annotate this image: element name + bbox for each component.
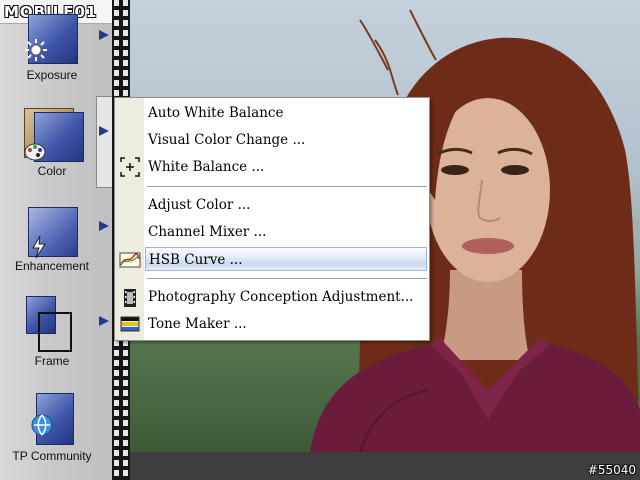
menu-item-visual-color-change[interactable]: Visual Color Change ... (145, 128, 427, 152)
tool-label: Enhancement (14, 259, 90, 273)
menu-separator (147, 278, 427, 279)
menu-item-hsb-curve[interactable]: HSB Curve ... (145, 247, 427, 271)
enhancement-icon (26, 199, 78, 259)
menu-separator (147, 186, 427, 187)
tool-label: Exposure (26, 68, 78, 82)
tool-label: TP Community (12, 449, 92, 463)
expand-arrow-icon[interactable] (99, 126, 109, 136)
hsb-curve-icon (119, 249, 141, 271)
frame-icon (26, 294, 78, 352)
menu-item-channel-mixer[interactable]: Channel Mixer ... (145, 220, 427, 244)
target-icon (119, 156, 141, 178)
menu-item-label: Adjust Color ... (148, 197, 251, 213)
menu-item-photography-conception-adjustment[interactable]: Photography Conception Adjustment... (145, 285, 427, 309)
tool-frame[interactable]: Frame (0, 286, 112, 381)
tool-label: Color (37, 164, 67, 178)
menu-item-label: Visual Color Change ... (148, 132, 306, 148)
tool-tp-community[interactable]: TP Community (0, 381, 112, 476)
tone-maker-icon (119, 314, 141, 336)
status-bar: #55040 (130, 452, 640, 480)
color-palette-icon (24, 104, 84, 162)
menu-item-label: Photography Conception Adjustment... (148, 289, 414, 305)
menu-item-label: Auto White Balance (148, 105, 284, 121)
film-icon (119, 287, 141, 309)
menu-item-label: HSB Curve ... (149, 252, 243, 268)
tool-label: Frame (34, 354, 70, 368)
menu-item-white-balance[interactable]: White Balance ... (145, 155, 427, 179)
tool-exposure[interactable]: Exposure (0, 0, 112, 95)
exposure-icon (25, 8, 78, 64)
tp-community-icon (26, 389, 78, 445)
expand-arrow-icon[interactable] (99, 221, 109, 231)
menu-item-label: Channel Mixer ... (148, 224, 267, 240)
expand-arrow-icon[interactable] (99, 316, 109, 326)
menu-item-auto-white-balance[interactable]: Auto White Balance (145, 101, 427, 125)
menu-item-adjust-color[interactable]: Adjust Color ... (145, 193, 427, 217)
menu-item-tone-maker[interactable]: Tone Maker ... (145, 312, 427, 336)
menu-item-label: White Balance ... (148, 159, 265, 175)
menu-item-label: Tone Maker ... (148, 316, 247, 332)
expand-arrow-icon[interactable] (99, 30, 109, 40)
tool-panel: MOBILE01 Exposure Color Enhancement Fram… (0, 0, 130, 480)
color-context-menu: Auto White Balance Visual Color Change .… (114, 97, 430, 341)
tool-color[interactable]: Color (0, 96, 112, 191)
watermark-id: #55040 (587, 463, 636, 477)
tool-enhancement[interactable]: Enhancement (0, 191, 112, 286)
